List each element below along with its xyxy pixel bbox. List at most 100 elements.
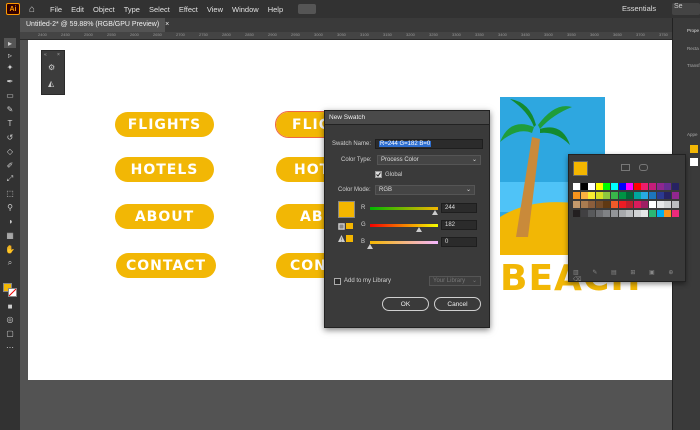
menu-window[interactable]: Window: [232, 5, 259, 14]
color-swatch[interactable]: [664, 210, 672, 217]
rotate-tool-icon[interactable]: ↺: [4, 132, 16, 142]
hotels-button-art[interactable]: HOTELS: [115, 157, 214, 182]
color-swatch[interactable]: [603, 210, 611, 217]
pen-tool-icon[interactable]: ✒: [4, 76, 16, 86]
menu-type[interactable]: Type: [124, 5, 140, 14]
current-fill-swatch[interactable]: [573, 161, 588, 176]
image-trace-icon[interactable]: ◭: [48, 79, 59, 88]
shaper-tool-icon[interactable]: ✐: [4, 160, 16, 170]
search-input[interactable]: Se: [672, 3, 700, 15]
color-swatch[interactable]: [588, 192, 596, 199]
global-checkbox[interactable]: [375, 171, 382, 178]
color-swatch[interactable]: [664, 183, 672, 190]
blue-slider-track[interactable]: [370, 241, 438, 244]
menu-edit[interactable]: Edit: [71, 5, 84, 14]
color-swatch[interactable]: [633, 210, 641, 217]
color-swatch[interactable]: [588, 201, 596, 208]
color-swatch[interactable]: [603, 201, 611, 208]
out-of-web-color-warning-icon[interactable]: [338, 223, 345, 230]
color-swatch[interactable]: [656, 210, 664, 217]
green-slider-thumb[interactable]: [415, 227, 422, 232]
direct-selection-tool-icon[interactable]: ▹: [4, 50, 16, 60]
stroke-swatch[interactable]: [690, 158, 698, 166]
red-slider-track[interactable]: [370, 207, 438, 210]
color-swatch[interactable]: [618, 183, 626, 190]
zoom-tool-icon[interactable]: ⌕: [4, 258, 16, 268]
color-swatch[interactable]: [649, 201, 656, 208]
color-swatch[interactable]: [641, 201, 649, 208]
color-swatch[interactable]: [580, 201, 588, 208]
green-slider-track[interactable]: [370, 224, 438, 227]
menu-file[interactable]: File: [50, 5, 62, 14]
color-swatch[interactable]: [641, 192, 649, 199]
color-swatch[interactable]: [595, 210, 603, 217]
red-slider-thumb[interactable]: [432, 210, 439, 215]
color-swatch[interactable]: [611, 192, 618, 199]
blue-slider-thumb[interactable]: [367, 244, 373, 249]
paintbrush-tool-icon[interactable]: ✎: [4, 104, 16, 114]
green-value-input[interactable]: 182: [441, 220, 477, 230]
color-swatch[interactable]: [626, 201, 634, 208]
color-swatch[interactable]: [664, 192, 672, 199]
color-swatch[interactable]: [671, 201, 679, 208]
web-safe-color-swatch[interactable]: [346, 223, 353, 229]
in-gamut-color-swatch[interactable]: [346, 235, 353, 242]
width-tool-icon[interactable]: ⤢: [4, 174, 16, 184]
menu-object[interactable]: Object: [93, 5, 115, 14]
color-swatch[interactable]: [603, 183, 611, 190]
color-swatch[interactable]: [573, 192, 580, 199]
color-swatch[interactable]: [641, 210, 649, 217]
libraries-icon[interactable]: ⚙: [48, 63, 59, 72]
blue-value-input[interactable]: 0: [441, 237, 477, 247]
hand-tool-icon[interactable]: ✋: [4, 244, 16, 254]
color-swatch[interactable]: [580, 192, 588, 199]
contact-button-art[interactable]: CONTACT: [116, 253, 216, 278]
ok-button[interactable]: OK: [382, 297, 429, 311]
color-swatch[interactable]: [618, 210, 626, 217]
color-swatch[interactable]: [633, 183, 641, 190]
color-swatch[interactable]: [618, 201, 626, 208]
color-swatch[interactable]: [649, 192, 656, 199]
color-swatch[interactable]: [618, 192, 626, 199]
color-swatch[interactable]: [671, 210, 679, 217]
color-swatch[interactable]: [595, 201, 603, 208]
color-swatch[interactable]: [656, 201, 664, 208]
color-swatch[interactable]: [580, 210, 588, 217]
color-swatch[interactable]: [611, 201, 618, 208]
more-tools-icon[interactable]: ⋯: [4, 342, 16, 352]
color-swatch[interactable]: [595, 183, 603, 190]
color-swatch[interactable]: [671, 192, 679, 199]
color-swatch[interactable]: [671, 183, 679, 190]
color-swatch[interactable]: [626, 183, 634, 190]
menu-view[interactable]: View: [207, 5, 223, 14]
free-transform-icon[interactable]: ⬚: [4, 188, 16, 198]
properties-label[interactable]: Prope: [687, 28, 699, 33]
color-swatch[interactable]: [633, 192, 641, 199]
drawing-modes-icon[interactable]: ◎: [4, 314, 16, 324]
menu-effect[interactable]: Effect: [179, 5, 198, 14]
color-mode-icon[interactable]: ■: [4, 301, 16, 311]
graph-tool-icon[interactable]: ▦: [4, 230, 16, 240]
color-swatch[interactable]: [588, 210, 596, 217]
collapse-icon[interactable]: «: [44, 52, 47, 58]
color-swatch[interactable]: [656, 183, 664, 190]
magic-wand-icon[interactable]: ✦: [4, 62, 16, 72]
cancel-button[interactable]: Cancel: [434, 297, 481, 311]
menu-help[interactable]: Help: [268, 5, 283, 14]
workspace-switcher[interactable]: Essentials: [622, 4, 656, 13]
add-to-library-checkbox[interactable]: [334, 278, 341, 285]
out-of-gamut-warning-icon[interactable]: !: [338, 235, 345, 244]
color-swatch[interactable]: [633, 201, 641, 208]
color-swatch[interactable]: [573, 201, 580, 208]
color-swatch[interactable]: [573, 183, 580, 190]
stroke-color-icon[interactable]: [8, 288, 17, 297]
color-swatch[interactable]: [611, 210, 618, 217]
menu-select[interactable]: Select: [149, 5, 170, 14]
fill-swatch[interactable]: [690, 145, 698, 153]
color-swatch[interactable]: [626, 192, 634, 199]
list-view-icon[interactable]: [621, 164, 630, 171]
eyedropper-tool-icon[interactable]: ⚲: [4, 202, 16, 212]
type-tool-icon[interactable]: T: [4, 118, 16, 128]
library-select[interactable]: Your Library ⌄: [429, 276, 481, 286]
color-swatch[interactable]: [573, 210, 580, 217]
